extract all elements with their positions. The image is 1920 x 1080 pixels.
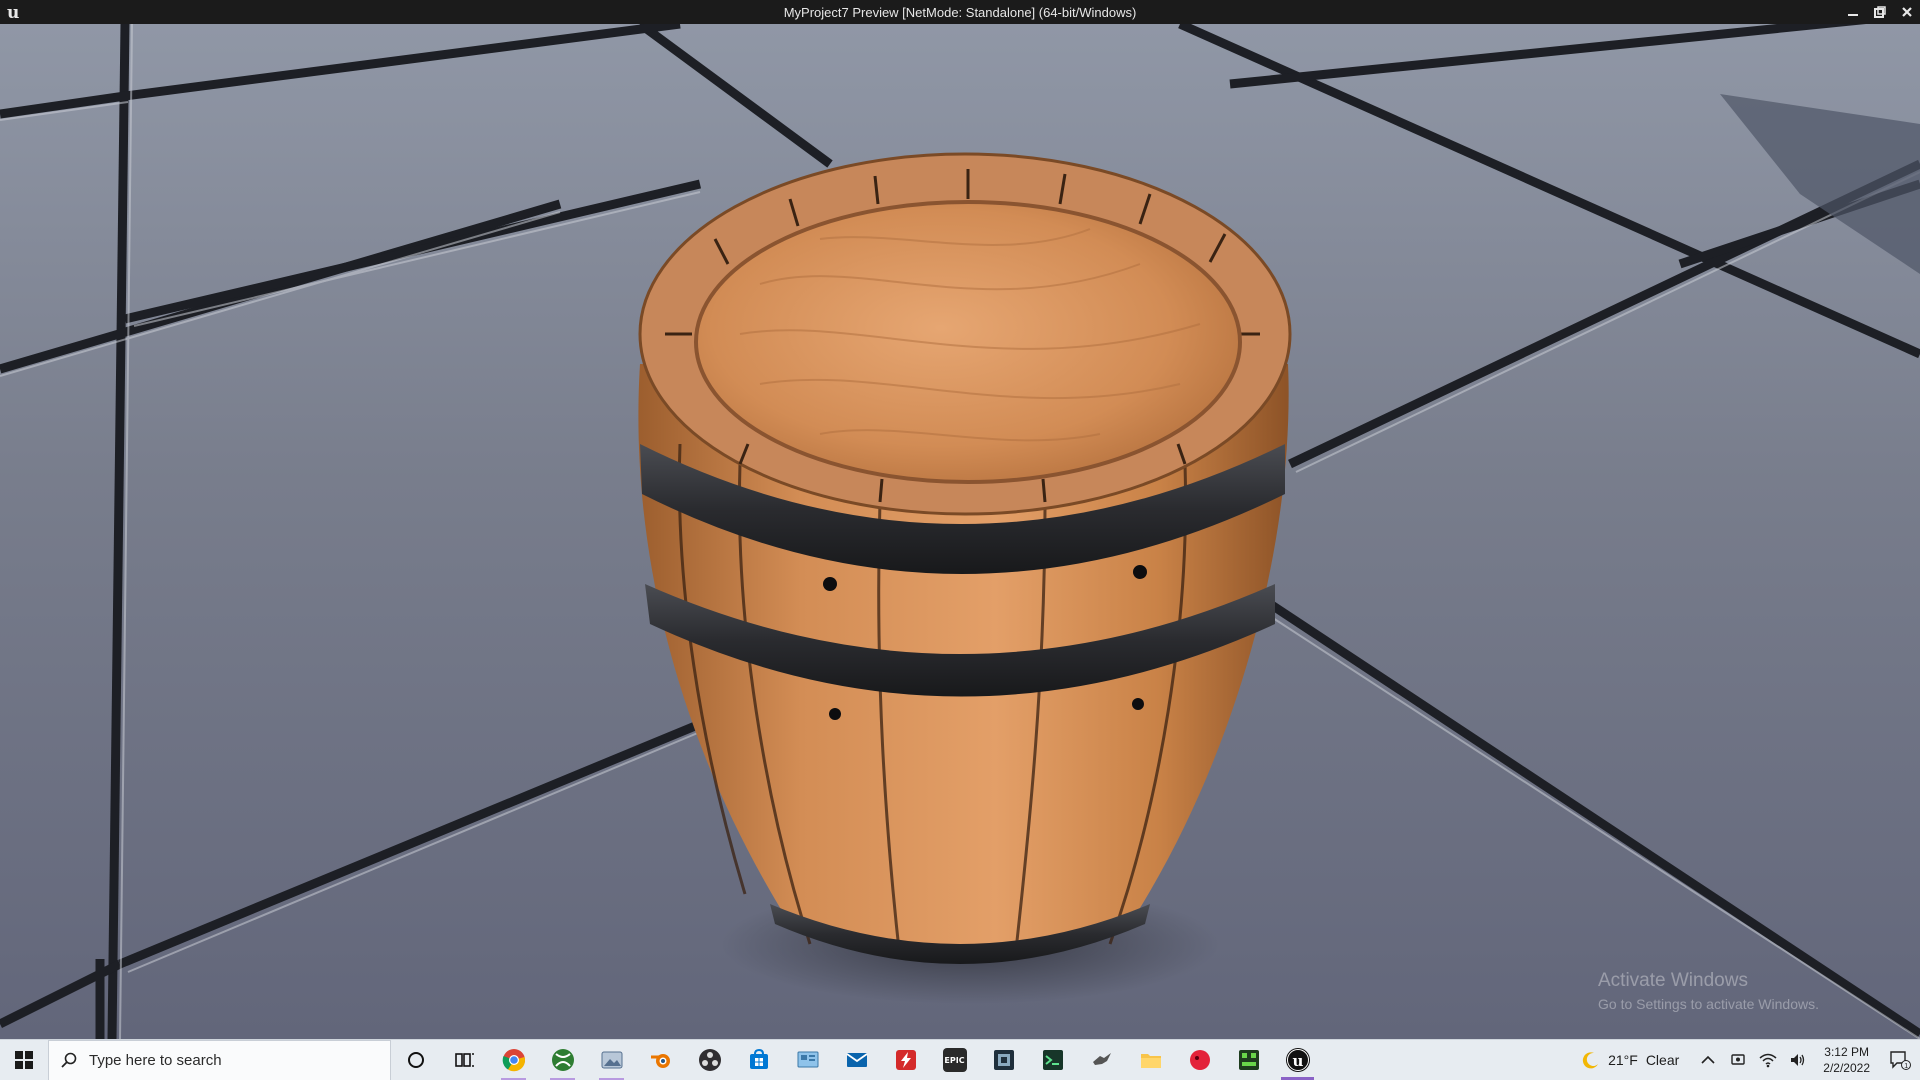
game-viewport[interactable]: Activate Windows Go to Settings to activ… (0, 24, 1920, 1039)
window-title: MyProject7 Preview [NetMode: Standalone]… (783, 4, 1137, 20)
media-app-icon (993, 1050, 1014, 1070)
search-icon (61, 1052, 77, 1068)
chevron-up-icon (1701, 1055, 1715, 1064)
weather-temp: 21°F (1608, 1052, 1638, 1068)
restore-button[interactable] (1866, 0, 1893, 24)
taskbar-xbox[interactable] (538, 1040, 587, 1080)
taskbar-epic-games[interactable]: EPIC (930, 1040, 979, 1080)
search-placeholder: Type here to search (89, 1051, 222, 1069)
epic-games-icon: EPIC (942, 1048, 967, 1072)
cortana-button[interactable] (391, 1040, 440, 1080)
taskbar-mail[interactable] (832, 1040, 881, 1080)
weather-widget[interactable]: 21°F Clear (1572, 1051, 1693, 1069)
taskbar-blender[interactable] (636, 1040, 685, 1080)
windows-logo-icon (15, 1051, 33, 1069)
taskbar-obs[interactable] (685, 1040, 734, 1080)
volume-button[interactable] (1783, 1040, 1813, 1080)
minimize-icon (1847, 14, 1858, 16)
task-view-button[interactable] (440, 1040, 489, 1080)
control-panel-icon (797, 1051, 818, 1068)
restore-icon (1873, 6, 1886, 18)
taskbar-flash[interactable] (881, 1040, 930, 1080)
photos-icon (601, 1051, 622, 1069)
meet-now-button[interactable] (1723, 1040, 1753, 1080)
taskbar-unreal-engine[interactable]: u (1273, 1040, 1322, 1080)
taskbar-red-app[interactable] (1175, 1040, 1224, 1080)
unreal-engine-icon: u (1285, 1048, 1310, 1072)
unreal-logo-icon: u (7, 3, 19, 22)
window-controls (1839, 0, 1920, 24)
taskbar-photos[interactable] (587, 1040, 636, 1080)
notification-count: 1 (1904, 1063, 1908, 1070)
red-app-icon (1189, 1050, 1210, 1070)
network-button[interactable] (1753, 1040, 1783, 1080)
bird-app-icon (1092, 1053, 1111, 1065)
blender-icon (650, 1054, 670, 1068)
taskbar-clock[interactable]: 3:12 PM 2/2/2022 (1813, 1044, 1880, 1076)
taskbar-file-explorer[interactable] (1126, 1040, 1175, 1080)
system-tray: 21°F Clear 3:12 PM 2/2/2022 1 (1572, 1040, 1920, 1080)
start-button[interactable] (0, 1040, 48, 1080)
taskbar-media-app[interactable] (979, 1040, 1028, 1080)
minimize-button[interactable] (1839, 0, 1866, 24)
terminal-app-icon (1042, 1050, 1063, 1070)
taskbar-bird-app[interactable] (1077, 1040, 1126, 1080)
clock-date: 2/2/2022 (1823, 1061, 1870, 1075)
show-hidden-icons-button[interactable] (1693, 1040, 1723, 1080)
watermark-title: Activate Windows (1598, 970, 1748, 991)
taskbar-chrome[interactable] (489, 1040, 538, 1080)
taskbar-search-box[interactable]: Type here to search (48, 1039, 391, 1080)
weather-condition: Clear (1645, 1052, 1680, 1068)
notification-icon: 1 (1890, 1051, 1911, 1070)
taskbar-store[interactable] (734, 1040, 783, 1080)
file-explorer-icon (1140, 1054, 1161, 1068)
viewport-scene (0, 24, 1920, 1039)
obs-icon (698, 1049, 721, 1071)
speaker-icon (1791, 1054, 1805, 1066)
webcam-icon (1731, 1054, 1745, 1065)
mail-icon (845, 1053, 868, 1067)
window-title-bar[interactable]: u MyProject7 Preview [NetMode: Standalon… (0, 0, 1920, 24)
svg-text:u: u (7, 3, 19, 22)
green-app-icon (1238, 1050, 1259, 1070)
taskbar-control-panel[interactable] (783, 1040, 832, 1080)
chrome-icon (502, 1049, 525, 1072)
clock-time: 3:12 PM (1824, 1045, 1869, 1059)
taskbar-green-app[interactable] (1224, 1040, 1273, 1080)
taskbar-terminal-app[interactable] (1028, 1040, 1077, 1080)
activate-windows-watermark: Activate Windows Go to Settings to activ… (1598, 970, 1819, 1012)
cortana-icon (407, 1052, 424, 1068)
windows-taskbar: Type here to search EPIC u 21°F Clear 3:… (0, 1039, 1920, 1080)
xbox-icon (551, 1049, 574, 1071)
close-button[interactable] (1893, 0, 1920, 24)
svg-text:u: u (1292, 1052, 1303, 1070)
action-center-button[interactable]: 1 (1880, 1040, 1920, 1080)
close-icon (1901, 7, 1912, 17)
wifi-icon (1759, 1053, 1777, 1068)
bolt-icon (895, 1050, 916, 1070)
store-icon (749, 1048, 768, 1069)
watermark-subtitle: Go to Settings to activate Windows. (1598, 996, 1819, 1012)
moon-icon (1582, 1052, 1599, 1069)
task-view-icon (454, 1053, 474, 1067)
